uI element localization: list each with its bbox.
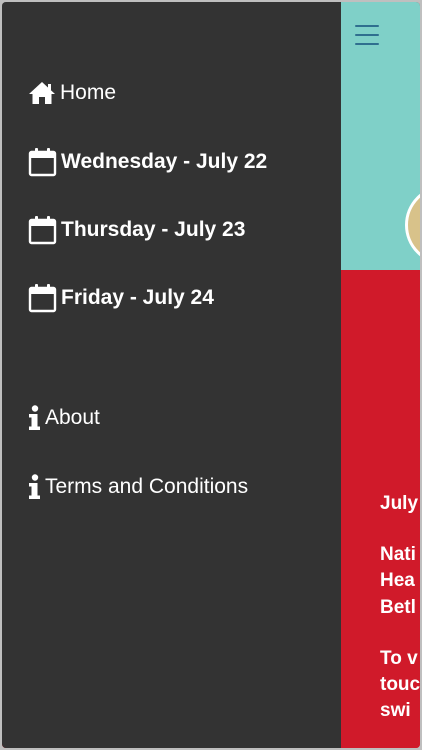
nav-item-label: Home [60,81,117,104]
nav-item-label: Thursday - July 23 [61,218,246,241]
header-badge-image [405,185,420,265]
content-line: To v [380,648,418,669]
nav-item-friday[interactable]: Friday - July 24 [28,283,214,313]
content-line: Nati [380,544,416,565]
device-frame: July Nati Hea Betl To v touc swi Home We… [0,0,422,750]
info-icon [28,474,41,500]
calendar-icon [28,283,57,313]
hamburger-menu-icon[interactable] [355,25,381,45]
navigation-drawer: Home Wednesday - July 22 Thursday - July… [2,2,341,748]
info-icon [28,405,41,431]
nav-item-home[interactable]: Home [28,81,116,105]
content-line: touc [380,674,420,695]
nav-item-wednesday[interactable]: Wednesday - July 22 [28,147,267,177]
content-line: July [380,493,419,514]
nav-item-label: Friday - July 24 [61,286,214,309]
content-line: Betl [380,597,416,618]
nav-item-label: Wednesday - July 22 [61,150,268,173]
content-line: swi [380,700,411,721]
calendar-icon [28,147,57,177]
nav-item-label: Terms and Conditions [45,475,249,498]
content-line: Hea [380,570,415,591]
calendar-icon [28,215,57,245]
nav-item-terms[interactable]: Terms and Conditions [28,474,248,500]
screen: July Nati Hea Betl To v touc swi Home We… [2,2,420,748]
nav-item-thursday[interactable]: Thursday - July 23 [28,215,245,245]
nav-item-label: About [45,406,100,429]
nav-item-about[interactable]: About [28,405,100,431]
home-icon [28,81,56,105]
